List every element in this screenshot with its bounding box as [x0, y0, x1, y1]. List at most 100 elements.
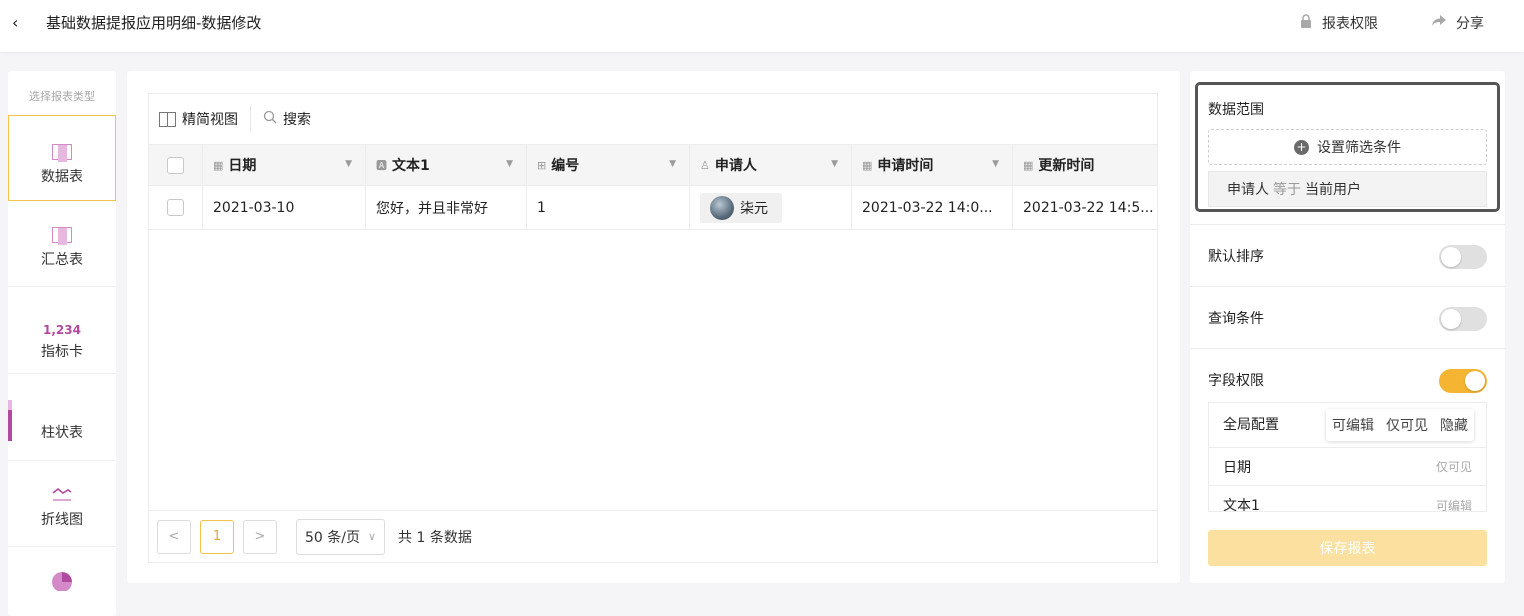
field-permissions-section: 字段权限 [1190, 348, 1505, 408]
field-permissions-label: 字段权限 [1208, 373, 1264, 389]
sort-dropdown-icon[interactable]: ▼ [669, 159, 676, 169]
condition-value: 当前用户 [1305, 182, 1361, 198]
sort-dropdown-icon[interactable]: ▼ [831, 159, 838, 169]
query-conditions-section: 查询条件 [1190, 286, 1505, 348]
header-select-all[interactable] [149, 145, 203, 185]
page-1-button[interactable]: 1 [200, 519, 234, 554]
avatar [710, 195, 734, 220]
add-filter-condition-button[interactable]: + 设置筛选条件 [1208, 129, 1487, 165]
data-table-panel: 精简视图 搜索 ▦ 日期 ▼ 🅰 文本1 ▼ ⊞ 编号 ▼ ♙ 申请人 ▼ ▦ 申请时间 ▼ ▦ 更新… [127, 71, 1180, 583]
sidebar-item-bar-chart[interactable]: 柱状表 [8, 374, 116, 461]
share-button[interactable]: 分享 [1432, 13, 1484, 33]
field-permissions-toggle[interactable] [1439, 369, 1487, 393]
number-icon: ⊞ [537, 158, 547, 172]
share-label: 分享 [1456, 16, 1484, 32]
default-sort-toggle[interactable] [1439, 245, 1487, 269]
page-size-select[interactable]: 50 条/页 ∨ [296, 518, 386, 555]
field-permissions-table: 全局配置 可编辑 仅可见 隐藏 日期 仅可见 文本1 可编辑 [1208, 402, 1487, 512]
search-icon [263, 110, 277, 128]
option-view-only[interactable]: 仅可见 [1380, 415, 1434, 435]
column-header-update-time[interactable]: ▦更新时间▼ [1013, 145, 1157, 185]
table-icon [52, 144, 72, 162]
calendar-icon: ▦ [1023, 158, 1034, 172]
cell-date[interactable]: 2021-03-10 [203, 186, 366, 229]
condition-field: 申请人 [1227, 182, 1269, 198]
toggle-knob [1441, 247, 1461, 267]
option-editable[interactable]: 可编辑 [1326, 415, 1380, 435]
search-button[interactable]: 搜索 [251, 109, 311, 129]
default-sort-label: 默认排序 [1208, 249, 1264, 265]
column-header-number[interactable]: ⊞ 编号 ▼ [527, 145, 690, 185]
sidebar-item-label: 汇总表 [41, 252, 83, 268]
calendar-icon: ▦ [862, 158, 873, 172]
page-size-value: 50 条/页 [305, 529, 360, 546]
summary-table-icon [52, 227, 72, 245]
sort-dropdown-icon[interactable]: ▼ [345, 159, 352, 169]
sort-dropdown-icon[interactable]: ▼ [992, 159, 999, 169]
sidebar-item-label: 柱状表 [41, 425, 83, 441]
report-permission-button[interactable]: 报表权限 [1300, 13, 1378, 33]
column-label: 申请时间 [877, 158, 934, 174]
condition-operator: 等于 [1273, 182, 1301, 198]
chevron-down-icon: ∨ [367, 530, 377, 543]
cell-number[interactable]: 1 [527, 186, 690, 229]
filter-condition[interactable]: 申请人 等于 当前用户 [1208, 171, 1487, 207]
top-bar: ‹ 基础数据提报应用明细-数据修改 报表权限 分享 [0, 0, 1524, 52]
sidebar-item-label: 折线图 [41, 512, 83, 528]
sort-dropdown-icon[interactable]: ▼ [506, 159, 513, 169]
column-label: 申请人 [714, 158, 757, 174]
query-conditions-toggle[interactable] [1439, 307, 1487, 331]
option-hidden[interactable]: 隐藏 [1434, 415, 1474, 435]
sidebar-item-summary-table[interactable]: 汇总表 [8, 201, 116, 287]
field-permission-row[interactable]: 文本1 可编辑 [1209, 486, 1486, 512]
field-permission-row[interactable]: 日期 仅可见 [1209, 448, 1486, 486]
applicant-name: 柒元 [740, 200, 768, 217]
add-filter-label: 设置筛选条件 [1317, 140, 1401, 156]
save-report-button[interactable]: 保存报表 [1208, 530, 1487, 566]
pagination: < 1 > 50 条/页 ∨ 共 1 条数据 [149, 510, 1157, 562]
field-permission-value[interactable]: 可编辑 [1436, 497, 1472, 512]
global-config-label: 全局配置 [1223, 417, 1279, 433]
table-header: ▦ 日期 ▼ 🅰 文本1 ▼ ⊞ 编号 ▼ ♙ 申请人 ▼ ▦ 申请时间 ▼ ▦ 更新时间 ▼ [149, 144, 1157, 186]
cell-update-time[interactable]: 2021-03-22 14:5... [1013, 186, 1157, 229]
prev-page-button[interactable]: < [157, 519, 191, 554]
field-permission-value[interactable]: 仅可见 [1436, 458, 1472, 475]
toggle-knob [1465, 371, 1485, 391]
lock-icon [1300, 14, 1312, 32]
sidebar-item-label: 指标卡 [41, 344, 83, 360]
row-checkbox[interactable] [167, 199, 184, 216]
sidebar-item-pie-chart[interactable] [8, 547, 116, 616]
bar-chart-icon [8, 400, 116, 441]
table-row[interactable]: 2021-03-10 您好，并且非常好 1 柒元 2021-03-22 14:0… [149, 186, 1157, 230]
calendar-icon: ▦ [213, 158, 224, 172]
column-header-apply-time[interactable]: ▦ 申请时间 ▼ [852, 145, 1013, 185]
sidebar-item-kpi-card[interactable]: 1,234 指标卡 [8, 287, 116, 374]
row-select[interactable] [149, 186, 203, 229]
sidebar-item-line-chart[interactable]: 折线图 [8, 461, 116, 547]
sidebar-heading: 选择报表类型 [29, 90, 95, 103]
column-header-applicant[interactable]: ♙ 申请人 ▼ [690, 145, 852, 185]
chevron-left-icon[interactable]: ‹ [12, 13, 18, 32]
data-scope-title: 数据范围 [1208, 102, 1264, 118]
permission-segmented-control: 可编辑 仅可见 隐藏 [1326, 409, 1474, 441]
compact-view-label: 精简视图 [182, 112, 238, 128]
cell-applicant[interactable]: 柒元 [690, 186, 852, 229]
search-label: 搜索 [283, 112, 311, 128]
pie-chart-icon [8, 571, 116, 595]
cell-apply-time[interactable]: 2021-03-22 14:0... [852, 186, 1013, 229]
column-label: 编号 [551, 158, 580, 174]
cell-text1[interactable]: 您好，并且非常好 [366, 186, 527, 229]
next-page-button[interactable]: > [243, 519, 277, 554]
report-permission-label: 报表权限 [1322, 16, 1378, 32]
report-config-panel: 数据范围 + 设置筛选条件 申请人 等于 当前用户 默认排序 查询条件 字段权限… [1190, 71, 1505, 583]
column-header-text1[interactable]: 🅰 文本1 ▼ [366, 145, 527, 185]
sidebar-item-data-table[interactable]: 数据表 [8, 115, 116, 201]
select-all-checkbox[interactable] [167, 156, 184, 174]
user-chip[interactable]: 柒元 [700, 192, 782, 223]
column-header-date[interactable]: ▦ 日期 ▼ [203, 145, 366, 185]
global-config-row: 全局配置 可编辑 仅可见 隐藏 [1209, 403, 1486, 448]
column-label: 日期 [228, 158, 257, 174]
compact-view-button[interactable]: 精简视图 [149, 106, 251, 132]
plus-circle-icon: + [1294, 139, 1309, 155]
toggle-knob [1441, 309, 1461, 329]
